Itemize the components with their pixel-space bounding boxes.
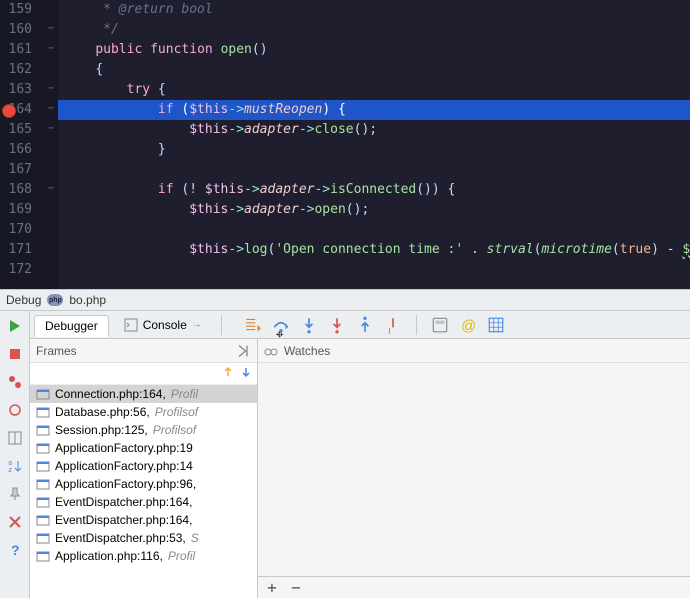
next-frame-button[interactable] xyxy=(239,365,253,382)
debug-tool-window-header[interactable]: Debug php bo.php xyxy=(0,289,690,311)
gutter: 159 160 161 162 163 164 165 166 167 168 … xyxy=(0,0,58,289)
step-over-button[interactable]: ⌖ xyxy=(272,316,290,334)
remove-watch-button[interactable]: − xyxy=(288,580,304,596)
step-out-button[interactable] xyxy=(356,316,374,334)
frame-row[interactable]: ApplicationFactory.php:96, xyxy=(30,475,257,493)
frame-row[interactable]: EventDispatcher.php:164, xyxy=(30,493,257,511)
frame-row[interactable]: Database.php:56, Profilsof xyxy=(30,403,257,421)
settings-button[interactable] xyxy=(487,316,505,334)
watches-body[interactable] xyxy=(258,363,690,576)
frames-title: Frames xyxy=(36,344,77,358)
frame-row[interactable]: EventDispatcher.php:53, S xyxy=(30,529,257,547)
at-button[interactable]: @ xyxy=(459,316,477,334)
frame-row[interactable]: ApplicationFactory.php:19 xyxy=(30,439,257,457)
thread-selector[interactable] xyxy=(30,363,257,385)
svg-text:z: z xyxy=(8,466,12,474)
svg-text:@: @ xyxy=(461,318,476,333)
current-exec-line: if ($this->mustReopen) { xyxy=(58,100,690,120)
frame-row[interactable]: Session.php:125, Profilsof xyxy=(30,421,257,439)
add-watch-button[interactable]: + xyxy=(264,580,280,596)
frame-row[interactable]: Application.php:116, Profil xyxy=(30,547,257,565)
resume-button[interactable] xyxy=(6,317,24,335)
show-exec-point-button[interactable] xyxy=(244,316,262,334)
watches-title: Watches xyxy=(284,344,330,358)
frame-row[interactable]: ApplicationFactory.php:14 xyxy=(30,457,257,475)
debug-panel: az ? Debugger Console → ⌖ xyxy=(0,311,690,598)
sort-button[interactable]: az xyxy=(6,457,24,475)
frames-list[interactable]: Connection.php:164, Profil Database.php:… xyxy=(30,385,257,598)
debug-tabs-row: Debugger Console → ⌖ I @ xyxy=(30,311,690,339)
view-breakpoints-button[interactable] xyxy=(6,373,24,391)
tab-console[interactable]: Console → xyxy=(113,314,213,336)
stop-button[interactable] xyxy=(6,345,24,363)
help-button[interactable]: ? xyxy=(6,541,24,559)
frame-row[interactable]: EventDispatcher.php:164, xyxy=(30,511,257,529)
frames-panel: Frames Connection.php:164, Profil Databa… xyxy=(30,339,258,598)
evaluate-button[interactable] xyxy=(431,316,449,334)
hide-icon[interactable] xyxy=(235,343,251,359)
step-into-button[interactable] xyxy=(300,316,318,334)
tab-debugger[interactable]: Debugger xyxy=(34,315,109,337)
code-body[interactable]: * @return bool */ public function open()… xyxy=(58,0,690,289)
run-to-cursor-button[interactable]: I xyxy=(384,316,402,334)
code-editor[interactable]: 159 160 161 162 163 164 165 166 167 168 … xyxy=(0,0,690,289)
glasses-icon xyxy=(264,344,278,358)
debug-left-toolbar: az ? xyxy=(0,311,30,598)
watches-panel: Watches + − xyxy=(258,339,690,598)
svg-text:I: I xyxy=(388,327,390,334)
chevron-right-icon: → xyxy=(192,319,202,330)
svg-text:?: ? xyxy=(11,542,20,558)
force-step-into-button[interactable] xyxy=(328,316,346,334)
prev-frame-button[interactable] xyxy=(221,365,235,382)
layout-button[interactable] xyxy=(6,429,24,447)
debug-label: Debug xyxy=(6,293,41,307)
debug-file: bo.php xyxy=(69,293,106,307)
pin-button[interactable] xyxy=(6,485,24,503)
php-icon: php xyxy=(47,294,63,306)
mute-breakpoints-button[interactable] xyxy=(6,401,24,419)
frame-row[interactable]: Connection.php:164, Profil xyxy=(30,385,257,403)
close-button[interactable] xyxy=(6,513,24,531)
console-icon xyxy=(124,318,138,332)
